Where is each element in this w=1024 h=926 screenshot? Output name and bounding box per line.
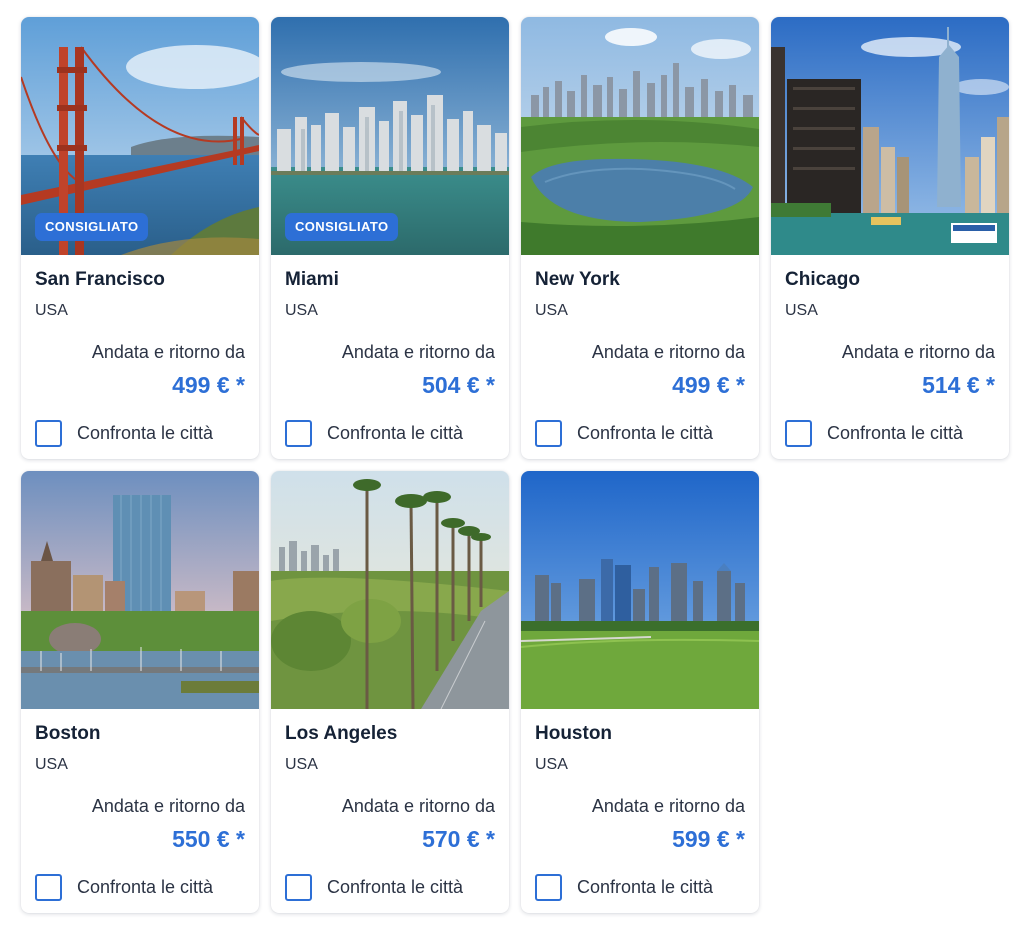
destination-photo[interactable] [271, 471, 509, 709]
destination-card-new-york[interactable]: New York USA Andata e ritorno da 499 € *… [521, 17, 759, 459]
country-name: USA [535, 302, 568, 319]
chicago-river-image [771, 17, 1009, 255]
round-trip-label: Andata e ritorno da [591, 796, 745, 816]
central-park-image [521, 17, 759, 255]
city-name: Chicago [785, 269, 860, 290]
price: 570 € * [422, 826, 495, 852]
card-info: Chicago USA Andata e ritorno da 514 € * … [771, 269, 1009, 447]
compare-cities-control[interactable]: Confronta le città [785, 419, 995, 447]
city-name: Boston [35, 723, 101, 744]
city-name: San Francisco [35, 269, 165, 290]
palm-road-image [271, 471, 509, 709]
compare-checkbox[interactable] [785, 419, 812, 447]
compare-label[interactable]: Confronta le città [327, 423, 463, 443]
compare-cities-control[interactable]: Confronta le città [35, 419, 245, 447]
destination-photo[interactable] [521, 471, 759, 709]
round-trip-label: Andata e ritorno da [591, 342, 745, 362]
country-name: USA [285, 756, 318, 773]
card-info: Miami USA Andata e ritorno da 504 € * Co… [271, 269, 509, 447]
compare-label[interactable]: Confronta le città [577, 423, 713, 443]
compare-label[interactable]: Confronta le città [577, 877, 713, 897]
compare-checkbox[interactable] [35, 419, 62, 447]
destination-card-boston[interactable]: Boston USA Andata e ritorno da 550 € * C… [21, 471, 259, 913]
round-trip-label: Andata e ritorno da [91, 342, 245, 362]
price: 599 € * [672, 826, 745, 852]
compare-checkbox[interactable] [35, 873, 62, 901]
city-name: Houston [535, 723, 613, 744]
round-trip-label: Andata e ritorno da [341, 342, 495, 362]
round-trip-label: Andata e ritorno da [341, 796, 495, 816]
card-info: Boston USA Andata e ritorno da 550 € * C… [21, 723, 259, 901]
recommended-badge: CONSIGLIATO [35, 213, 149, 241]
boston-harbor-image [21, 471, 259, 709]
country-name: USA [285, 302, 318, 319]
destination-card-chicago[interactable]: Chicago USA Andata e ritorno da 514 € * … [771, 17, 1009, 459]
compare-checkbox[interactable] [285, 873, 312, 901]
destination-card-san-francisco[interactable]: CONSIGLIATO San Francisco USA Andata e r… [21, 17, 259, 459]
city-name: New York [535, 269, 620, 290]
destination-photo[interactable] [21, 471, 259, 709]
city-name: Miami [285, 269, 339, 290]
destination-photo[interactable] [521, 17, 759, 255]
price: 504 € * [422, 372, 495, 398]
compare-label[interactable]: Confronta le città [77, 423, 213, 443]
card-info: Los Angeles USA Andata e ritorno da 570 … [271, 723, 509, 901]
country-name: USA [535, 756, 568, 773]
destination-photo[interactable] [771, 17, 1009, 255]
price: 514 € * [922, 372, 995, 398]
country-name: USA [35, 302, 68, 319]
card-info: Houston USA Andata e ritorno da 599 € * … [521, 723, 759, 901]
compare-cities-control[interactable]: Confronta le città [285, 419, 495, 447]
country-name: USA [35, 756, 68, 773]
compare-checkbox[interactable] [285, 419, 312, 447]
card-info: New York USA Andata e ritorno da 499 € *… [521, 269, 759, 447]
price: 499 € * [172, 372, 245, 398]
compare-cities-control[interactable]: Confronta le città [535, 419, 745, 447]
compare-cities-control[interactable]: Confronta le città [35, 873, 245, 901]
destination-card-miami[interactable]: CONSIGLIATO Miami USA Andata e ritorno d… [271, 17, 509, 459]
compare-label[interactable]: Confronta le città [77, 877, 213, 897]
round-trip-label: Andata e ritorno da [841, 342, 995, 362]
recommended-badge: CONSIGLIATO [285, 213, 399, 241]
card-info: San Francisco USA Andata e ritorno da 49… [21, 269, 259, 447]
destination-card-houston[interactable]: Houston USA Andata e ritorno da 599 € * … [521, 471, 759, 913]
round-trip-label: Andata e ritorno da [91, 796, 245, 816]
compare-cities-control[interactable]: Confronta le città [535, 873, 745, 901]
houston-skyline-image [521, 471, 759, 709]
destination-photo[interactable]: CONSIGLIATO [271, 17, 509, 255]
compare-label[interactable]: Confronta le città [827, 423, 963, 443]
country-name: USA [785, 302, 818, 319]
compare-cities-control[interactable]: Confronta le città [285, 873, 495, 901]
compare-checkbox[interactable] [535, 873, 562, 901]
destination-card-los-angeles[interactable]: Los Angeles USA Andata e ritorno da 570 … [271, 471, 509, 913]
city-name: Los Angeles [285, 723, 398, 744]
compare-label[interactable]: Confronta le città [327, 877, 463, 897]
destination-photo[interactable]: CONSIGLIATO [21, 17, 259, 255]
compare-checkbox[interactable] [535, 419, 562, 447]
price: 550 € * [172, 826, 245, 852]
price: 499 € * [672, 372, 745, 398]
